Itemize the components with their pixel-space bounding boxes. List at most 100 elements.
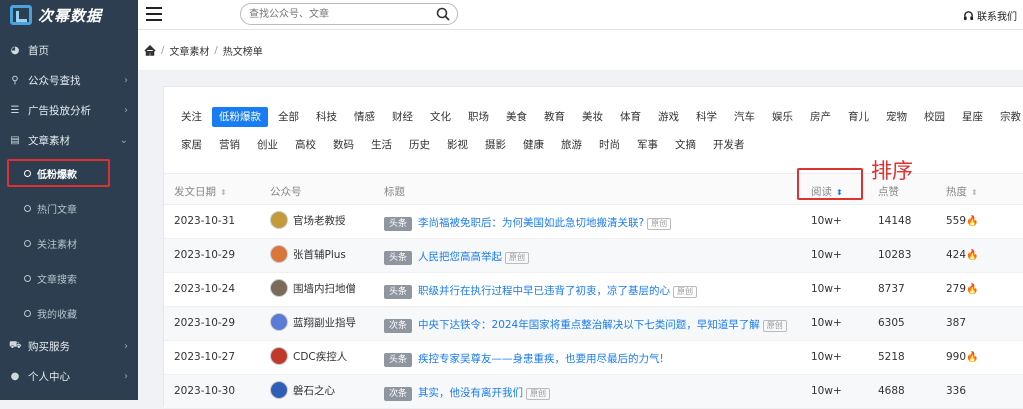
position-badge: 头条 [384,353,413,367]
category-tag[interactable]: 美食 [499,107,534,127]
cell-account[interactable]: 蓝翔副业指导 [270,313,356,331]
cell-title[interactable]: 次条 其实，他没有离开我们 原创 [384,385,551,401]
sidebar-subitem-hot-articles[interactable]: 热门文章 [0,191,138,226]
header-date[interactable]: 发文日期 ⬍ [174,184,227,199]
heat-value: 387 [946,317,967,329]
account-name: CDC疾控人 [293,350,348,363]
table-row[interactable]: 2023-10-24 围墙内扫地僧 头条 职级并行在执行过程中早已违背了初衷，凉了基层… [164,273,1023,307]
header-likes[interactable]: 点赞 [878,184,899,199]
cell-title[interactable]: 头条 职级并行在执行过程中早已违背了初衷，凉了基层的心 原创 [384,283,698,299]
category-tag[interactable]: 营销 [212,135,247,155]
category-tag[interactable]: 宗教 [993,107,1023,127]
category-tag[interactable]: 文摘 [668,135,703,155]
sidebar-item-account-search[interactable]: ⚲ 公众号查找 › [0,65,138,95]
brand-logo[interactable]: 次幂数据 [0,0,138,30]
cell-date: 2023-10-29 [174,249,236,261]
account-name: 官场老教授 [293,214,346,227]
category-tag[interactable]: 低粉爆款 [212,107,268,127]
table-row[interactable]: 2023-10-30 磐石之心 次条 其实，他没有离开我们 原创 10w+ 4688 336 [164,375,1023,409]
category-tag[interactable]: 娱乐 [765,107,800,127]
cell-title[interactable]: 次条 中央下达铁令：2024年国家将重点整治解决以下七类问题，早知道早了解 原创 [384,317,787,333]
cell-title[interactable]: 头条 李尚福被免职后：为何美国如此急切地搬清关联? 原创 [384,215,672,231]
article-title[interactable]: 李尚福被免职后：为何美国如此急切地搬清关联? [418,217,644,229]
category-tag[interactable]: 关注 [174,107,209,127]
article-title[interactable]: 其实，他没有离开我们 [418,387,523,399]
category-tag[interactable]: 文化 [423,107,458,127]
category-tag[interactable]: 健康 [516,135,551,155]
table-row[interactable]: 2023-10-29 蓝翔副业指导 次条 中央下达铁令：2024年国家将重点整治解决以… [164,307,1023,341]
breadcrumb-item[interactable]: 文章素材 [169,43,209,58]
sidebar-subitem-article-search[interactable]: 文章搜索 [0,261,138,296]
article-title[interactable]: 职级并行在执行过程中早已违背了初衷，凉了基层的心 [418,285,670,297]
category-tag[interactable]: 情感 [347,107,382,127]
category-tag[interactable]: 旅游 [554,135,589,155]
category-tag[interactable]: 高校 [288,135,323,155]
table-row[interactable]: 2023-10-31 官场老教授 头条 李尚福被免职后：为何美国如此急切地搬清关联? 原… [164,205,1023,239]
cell-account[interactable]: 磐石之心 [270,381,335,399]
category-tags: 关注 低粉爆款 全部 科技 情感 财经 文化 职场 美食 教育 美妆 体育 游戏 科学 汽车 娱乐 房产 育儿 宠物… [174,103,1023,159]
contact-us-link[interactable]: 联系我们 [963,8,1017,23]
category-tag[interactable]: 职场 [461,107,496,127]
hot-list-panel: 关注 低粉爆款 全部 科技 情感 财经 文化 职场 美食 教育 美妆 体育 游戏 科学 汽车 娱乐 房产 育儿 宠物… [163,86,1023,409]
table-row[interactable]: 2023-10-27 CDC疾控人 头条 疾控专家吴尊友——身患重疾，也要用尽最后的力… [164,341,1023,375]
cell-account[interactable]: 官场老教授 [270,211,346,229]
sidebar-item-label: 公众号查找 [28,74,81,87]
cell-account[interactable]: CDC疾控人 [270,347,347,365]
category-tag[interactable]: 汽车 [727,107,762,127]
sidebar-item-label: 广告投放分析 [28,104,91,117]
category-tag[interactable]: 摄影 [478,135,513,155]
sidebar-item-home[interactable]: ◕ 首页 [0,35,138,65]
category-tag[interactable]: 创业 [250,135,285,155]
category-tag[interactable]: 数码 [326,135,361,155]
cell-title[interactable]: 头条 疾控专家吴尊友——身患重疾，也要用尽最后的力气! [384,351,664,367]
category-tag[interactable]: 科学 [689,107,724,127]
position-badge: 次条 [384,319,413,333]
category-tag[interactable]: 教育 [537,107,572,127]
search-input[interactable] [240,3,458,25]
category-tag[interactable]: 体育 [613,107,648,127]
category-tag[interactable]: 全部 [271,107,306,127]
category-tag[interactable]: 生活 [364,135,399,155]
cart-icon: ⛟ [9,339,22,351]
sidebar-item-article-material[interactable]: ▤ 文章素材 ⌄ [0,125,138,155]
category-tag[interactable]: 科技 [309,107,344,127]
category-tag[interactable]: 校园 [917,107,952,127]
category-tag[interactable]: 星座 [955,107,990,127]
header-heat[interactable]: 热度 ⬍ [946,184,978,199]
sidebar-subitem-low-fan-hits[interactable]: 低粉爆款 [7,159,110,187]
category-tag[interactable]: 军事 [630,135,665,155]
sort-highlight-box [797,168,863,200]
sidebar-item-profile[interactable]: ● 个人中心 › [0,361,138,391]
cell-account[interactable]: 张首辅Plus [270,245,346,263]
category-tag[interactable]: 游戏 [651,107,686,127]
table-row[interactable]: 2023-10-29 张首辅Plus 头条 人民把您高高举起 原创 10w+ 10283 42… [164,239,1023,273]
category-tag[interactable]: 影视 [440,135,475,155]
cell-likes: 4688 [878,385,905,397]
sidebar-subitem-followed-material[interactable]: 关注素材 [0,226,138,261]
category-tag[interactable]: 财经 [385,107,420,127]
sidebar-subitem-label: 低粉爆款 [37,169,77,181]
sidebar-subitem-my-favorites[interactable]: 我的收藏 [0,296,138,331]
category-tag[interactable]: 美妆 [575,107,610,127]
article-title[interactable]: 中央下达铁令：2024年国家将重点整治解决以下七类问题，早知道早了解 [418,319,760,331]
cell-account[interactable]: 围墙内扫地僧 [270,279,356,297]
article-title[interactable]: 疾控专家吴尊友——身患重疾，也要用尽最后的力气! [418,353,664,365]
sidebar-item-ad-analysis[interactable]: ☰ 广告投放分析 › [0,95,138,125]
category-tag[interactable]: 开发者 [706,135,752,155]
category-tag[interactable]: 历史 [402,135,437,155]
sidebar-item-purchase[interactable]: ⛟ 购买服务 › [0,331,138,361]
user-icon: ● [10,370,20,382]
category-tag[interactable]: 家居 [174,135,209,155]
cell-title[interactable]: 头条 人民把您高高举起 原创 [384,249,530,265]
home-icon[interactable] [144,44,156,56]
category-tag[interactable]: 育儿 [841,107,876,127]
article-title[interactable]: 人民把您高高举起 [418,251,502,263]
sidebar-subitem-label: 文章搜索 [37,275,77,286]
category-tag[interactable]: 时尚 [592,135,627,155]
category-tag[interactable]: 宠物 [879,107,914,127]
category-tag[interactable]: 房产 [803,107,838,127]
breadcrumb-separator: / [161,44,165,56]
cell-reads: 10w+ [811,317,842,329]
search-icon[interactable] [436,7,450,21]
menu-toggle-icon[interactable] [146,7,162,21]
